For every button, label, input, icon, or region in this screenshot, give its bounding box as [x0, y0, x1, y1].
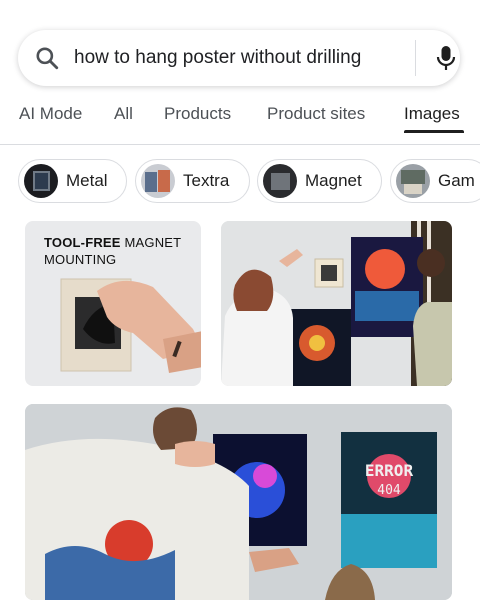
poster-text: 404 [377, 483, 401, 498]
search-input[interactable]: how to hang poster without drilling [74, 47, 361, 69]
search-tabs: AI Mode All Products Product sites Image… [0, 100, 480, 144]
chip-label: Gam [438, 171, 475, 190]
tab-ai-mode[interactable]: AI Mode [19, 104, 82, 124]
tab-products[interactable]: Products [164, 104, 231, 124]
chip-magnet[interactable]: Magnet [257, 159, 382, 203]
image-result[interactable]: TOOL-FREE MAGNET MOUNTING [25, 221, 201, 386]
chip-gam[interactable]: Gam [390, 159, 480, 203]
tab-images[interactable]: Images [404, 104, 460, 124]
search-bar[interactable]: how to hang poster without drilling [18, 30, 460, 86]
tabs-divider [0, 144, 480, 145]
image-result[interactable] [221, 221, 452, 386]
chip-label: Metal [66, 171, 108, 190]
search-icon[interactable] [34, 45, 60, 71]
chip-label: Magnet [305, 171, 362, 190]
search-divider [415, 40, 416, 76]
chip-thumbnail [24, 164, 58, 198]
chip-textra[interactable]: Textra [135, 159, 250, 203]
active-tab-indicator [404, 130, 464, 133]
microphone-icon[interactable] [434, 44, 458, 72]
chip-metal[interactable]: Metal [18, 159, 127, 203]
image-result[interactable]: ERROR 404 [25, 404, 452, 600]
chip-thumbnail [396, 164, 430, 198]
poster-text: ERROR [365, 461, 414, 480]
magnet-mount-photo [60, 278, 201, 373]
chip-thumbnail [141, 164, 175, 198]
poster-hanging-photo [221, 221, 452, 386]
chip-label: Textra [183, 171, 230, 190]
poster-wall-photo: ERROR 404 [25, 404, 452, 600]
tab-all[interactable]: All [114, 104, 133, 124]
chip-thumbnail [263, 164, 297, 198]
tab-product-sites[interactable]: Product sites [267, 104, 365, 124]
